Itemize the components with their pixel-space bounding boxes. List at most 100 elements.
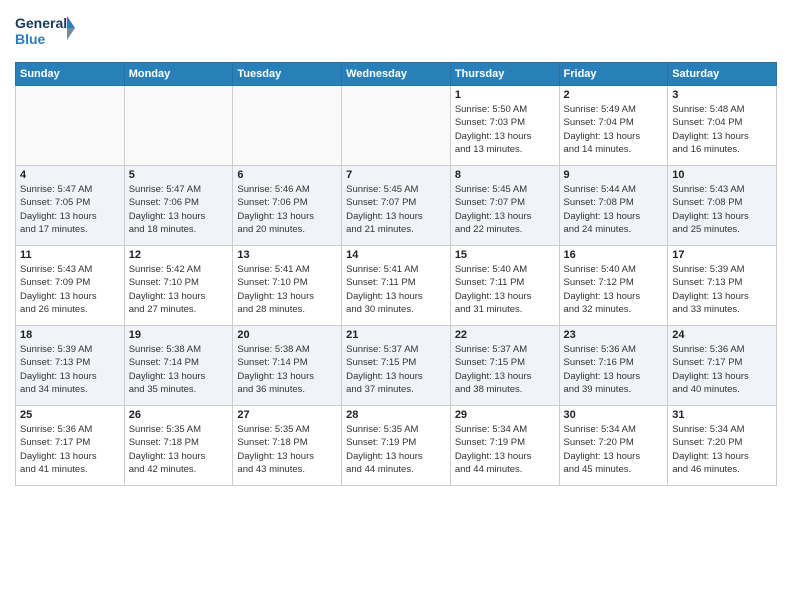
week-row-2: 4 Sunrise: 5:47 AM Sunset: 7:05 PM Daylig… — [16, 166, 777, 246]
day-number: 27 — [237, 409, 337, 421]
day-number: 16 — [564, 249, 664, 261]
calendar-cell: 1 Sunrise: 5:50 AM Sunset: 7:03 PM Daylig… — [450, 86, 559, 166]
calendar-cell — [342, 86, 451, 166]
day-info: Sunrise: 5:46 AM Sunset: 7:06 PM Dayligh… — [237, 183, 337, 236]
day-number: 28 — [346, 409, 446, 421]
calendar-cell: 16 Sunrise: 5:40 AM Sunset: 7:12 PM Dayli… — [559, 246, 668, 326]
day-info: Sunrise: 5:37 AM Sunset: 7:15 PM Dayligh… — [455, 343, 555, 396]
day-info: Sunrise: 5:38 AM Sunset: 7:14 PM Dayligh… — [237, 343, 337, 396]
calendar-cell: 3 Sunrise: 5:48 AM Sunset: 7:04 PM Daylig… — [668, 86, 777, 166]
day-info: Sunrise: 5:40 AM Sunset: 7:12 PM Dayligh… — [564, 263, 664, 316]
day-number: 2 — [564, 89, 664, 101]
day-info: Sunrise: 5:35 AM Sunset: 7:19 PM Dayligh… — [346, 423, 446, 476]
day-info: Sunrise: 5:35 AM Sunset: 7:18 PM Dayligh… — [237, 423, 337, 476]
calendar-cell: 25 Sunrise: 5:36 AM Sunset: 7:17 PM Dayli… — [16, 406, 125, 486]
calendar-cell: 19 Sunrise: 5:38 AM Sunset: 7:14 PM Dayli… — [124, 326, 233, 406]
calendar-cell: 31Sunrise: 5:34 AM Sunset: 7:20 PM Dayli… — [668, 406, 777, 486]
day-info: Sunrise: 5:34 AM Sunset: 7:20 PM Dayligh… — [672, 423, 772, 476]
day-number: 5 — [129, 169, 229, 181]
day-info: Sunrise: 5:35 AM Sunset: 7:18 PM Dayligh… — [129, 423, 229, 476]
day-info: Sunrise: 5:44 AM Sunset: 7:08 PM Dayligh… — [564, 183, 664, 236]
calendar-cell: 27 Sunrise: 5:35 AM Sunset: 7:18 PM Dayli… — [233, 406, 342, 486]
day-number: 22 — [455, 329, 555, 341]
day-number: 11 — [20, 249, 120, 261]
logo: General Blue — [15, 10, 75, 54]
calendar-cell: 15 Sunrise: 5:40 AM Sunset: 7:11 PM Dayli… — [450, 246, 559, 326]
calendar-table: SundayMondayTuesdayWednesdayThursdayFrid… — [15, 62, 777, 486]
day-info: Sunrise: 5:42 AM Sunset: 7:10 PM Dayligh… — [129, 263, 229, 316]
calendar-cell: 7Sunrise: 5:45 AM Sunset: 7:07 PM Daylig… — [342, 166, 451, 246]
calendar-cell: 20 Sunrise: 5:38 AM Sunset: 7:14 PM Dayli… — [233, 326, 342, 406]
day-info: Sunrise: 5:47 AM Sunset: 7:05 PM Dayligh… — [20, 183, 120, 236]
weekday-header-sunday: Sunday — [16, 63, 125, 86]
calendar-cell: 8Sunrise: 5:45 AM Sunset: 7:07 PM Daylig… — [450, 166, 559, 246]
calendar-cell: 30 Sunrise: 5:34 AM Sunset: 7:20 PM Dayli… — [559, 406, 668, 486]
calendar-cell: 11 Sunrise: 5:43 AM Sunset: 7:09 PM Dayli… — [16, 246, 125, 326]
calendar-cell: 29 Sunrise: 5:34 AM Sunset: 7:19 PM Dayli… — [450, 406, 559, 486]
calendar-cell: 4 Sunrise: 5:47 AM Sunset: 7:05 PM Daylig… — [16, 166, 125, 246]
day-info: Sunrise: 5:37 AM Sunset: 7:15 PM Dayligh… — [346, 343, 446, 396]
day-number: 21 — [346, 329, 446, 341]
weekday-header-row: SundayMondayTuesdayWednesdayThursdayFrid… — [16, 63, 777, 86]
weekday-header-wednesday: Wednesday — [342, 63, 451, 86]
day-info: Sunrise: 5:36 AM Sunset: 7:17 PM Dayligh… — [672, 343, 772, 396]
weekday-header-friday: Friday — [559, 63, 668, 86]
calendar-cell: 14Sunrise: 5:41 AM Sunset: 7:11 PM Dayli… — [342, 246, 451, 326]
day-info: Sunrise: 5:49 AM Sunset: 7:04 PM Dayligh… — [564, 103, 664, 156]
day-info: Sunrise: 5:40 AM Sunset: 7:11 PM Dayligh… — [455, 263, 555, 316]
day-info: Sunrise: 5:36 AM Sunset: 7:17 PM Dayligh… — [20, 423, 120, 476]
day-info: Sunrise: 5:50 AM Sunset: 7:03 PM Dayligh… — [455, 103, 555, 156]
day-info: Sunrise: 5:41 AM Sunset: 7:11 PM Dayligh… — [346, 263, 446, 316]
day-info: Sunrise: 5:39 AM Sunset: 7:13 PM Dayligh… — [20, 343, 120, 396]
day-number: 25 — [20, 409, 120, 421]
day-info: Sunrise: 5:47 AM Sunset: 7:06 PM Dayligh… — [129, 183, 229, 236]
day-number: 12 — [129, 249, 229, 261]
week-row-5: 25 Sunrise: 5:36 AM Sunset: 7:17 PM Dayli… — [16, 406, 777, 486]
calendar-cell — [16, 86, 125, 166]
week-row-1: 1 Sunrise: 5:50 AM Sunset: 7:03 PM Daylig… — [16, 86, 777, 166]
page: General Blue SundayMondayTuesdayWednesda… — [0, 0, 792, 612]
calendar-cell: 2 Sunrise: 5:49 AM Sunset: 7:04 PM Daylig… — [559, 86, 668, 166]
calendar-cell — [124, 86, 233, 166]
svg-text:Blue: Blue — [15, 31, 46, 47]
day-number: 26 — [129, 409, 229, 421]
calendar-cell: 22 Sunrise: 5:37 AM Sunset: 7:15 PM Dayli… — [450, 326, 559, 406]
calendar-cell: 23 Sunrise: 5:36 AM Sunset: 7:16 PM Dayli… — [559, 326, 668, 406]
day-number: 29 — [455, 409, 555, 421]
svg-text:General: General — [15, 15, 67, 31]
day-info: Sunrise: 5:45 AM Sunset: 7:07 PM Dayligh… — [346, 183, 446, 236]
weekday-header-tuesday: Tuesday — [233, 63, 342, 86]
calendar-cell: 24Sunrise: 5:36 AM Sunset: 7:17 PM Dayli… — [668, 326, 777, 406]
day-info: Sunrise: 5:38 AM Sunset: 7:14 PM Dayligh… — [129, 343, 229, 396]
day-number: 13 — [237, 249, 337, 261]
day-number: 20 — [237, 329, 337, 341]
day-number: 4 — [20, 169, 120, 181]
day-number: 6 — [237, 169, 337, 181]
day-number: 19 — [129, 329, 229, 341]
day-number: 1 — [455, 89, 555, 101]
day-info: Sunrise: 5:36 AM Sunset: 7:16 PM Dayligh… — [564, 343, 664, 396]
calendar-cell: 28 Sunrise: 5:35 AM Sunset: 7:19 PM Dayli… — [342, 406, 451, 486]
day-info: Sunrise: 5:43 AM Sunset: 7:09 PM Dayligh… — [20, 263, 120, 316]
day-info: Sunrise: 5:41 AM Sunset: 7:10 PM Dayligh… — [237, 263, 337, 316]
calendar-cell — [233, 86, 342, 166]
day-number: 15 — [455, 249, 555, 261]
weekday-header-thursday: Thursday — [450, 63, 559, 86]
logo-svg: General Blue — [15, 10, 75, 54]
day-info: Sunrise: 5:39 AM Sunset: 7:13 PM Dayligh… — [672, 263, 772, 316]
calendar-cell: 5 Sunrise: 5:47 AM Sunset: 7:06 PM Daylig… — [124, 166, 233, 246]
day-info: Sunrise: 5:34 AM Sunset: 7:19 PM Dayligh… — [455, 423, 555, 476]
day-number: 23 — [564, 329, 664, 341]
calendar-cell: 12 Sunrise: 5:42 AM Sunset: 7:10 PM Dayli… — [124, 246, 233, 326]
calendar-cell: 26 Sunrise: 5:35 AM Sunset: 7:18 PM Dayli… — [124, 406, 233, 486]
calendar-cell: 6 Sunrise: 5:46 AM Sunset: 7:06 PM Daylig… — [233, 166, 342, 246]
weekday-header-saturday: Saturday — [668, 63, 777, 86]
day-info: Sunrise: 5:34 AM Sunset: 7:20 PM Dayligh… — [564, 423, 664, 476]
day-number: 3 — [672, 89, 772, 101]
calendar-cell: 9Sunrise: 5:44 AM Sunset: 7:08 PM Daylig… — [559, 166, 668, 246]
day-info: Sunrise: 5:45 AM Sunset: 7:07 PM Dayligh… — [455, 183, 555, 236]
day-number: 30 — [564, 409, 664, 421]
week-row-3: 11 Sunrise: 5:43 AM Sunset: 7:09 PM Dayli… — [16, 246, 777, 326]
calendar-cell: 13 Sunrise: 5:41 AM Sunset: 7:10 PM Dayli… — [233, 246, 342, 326]
day-info: Sunrise: 5:48 AM Sunset: 7:04 PM Dayligh… — [672, 103, 772, 156]
